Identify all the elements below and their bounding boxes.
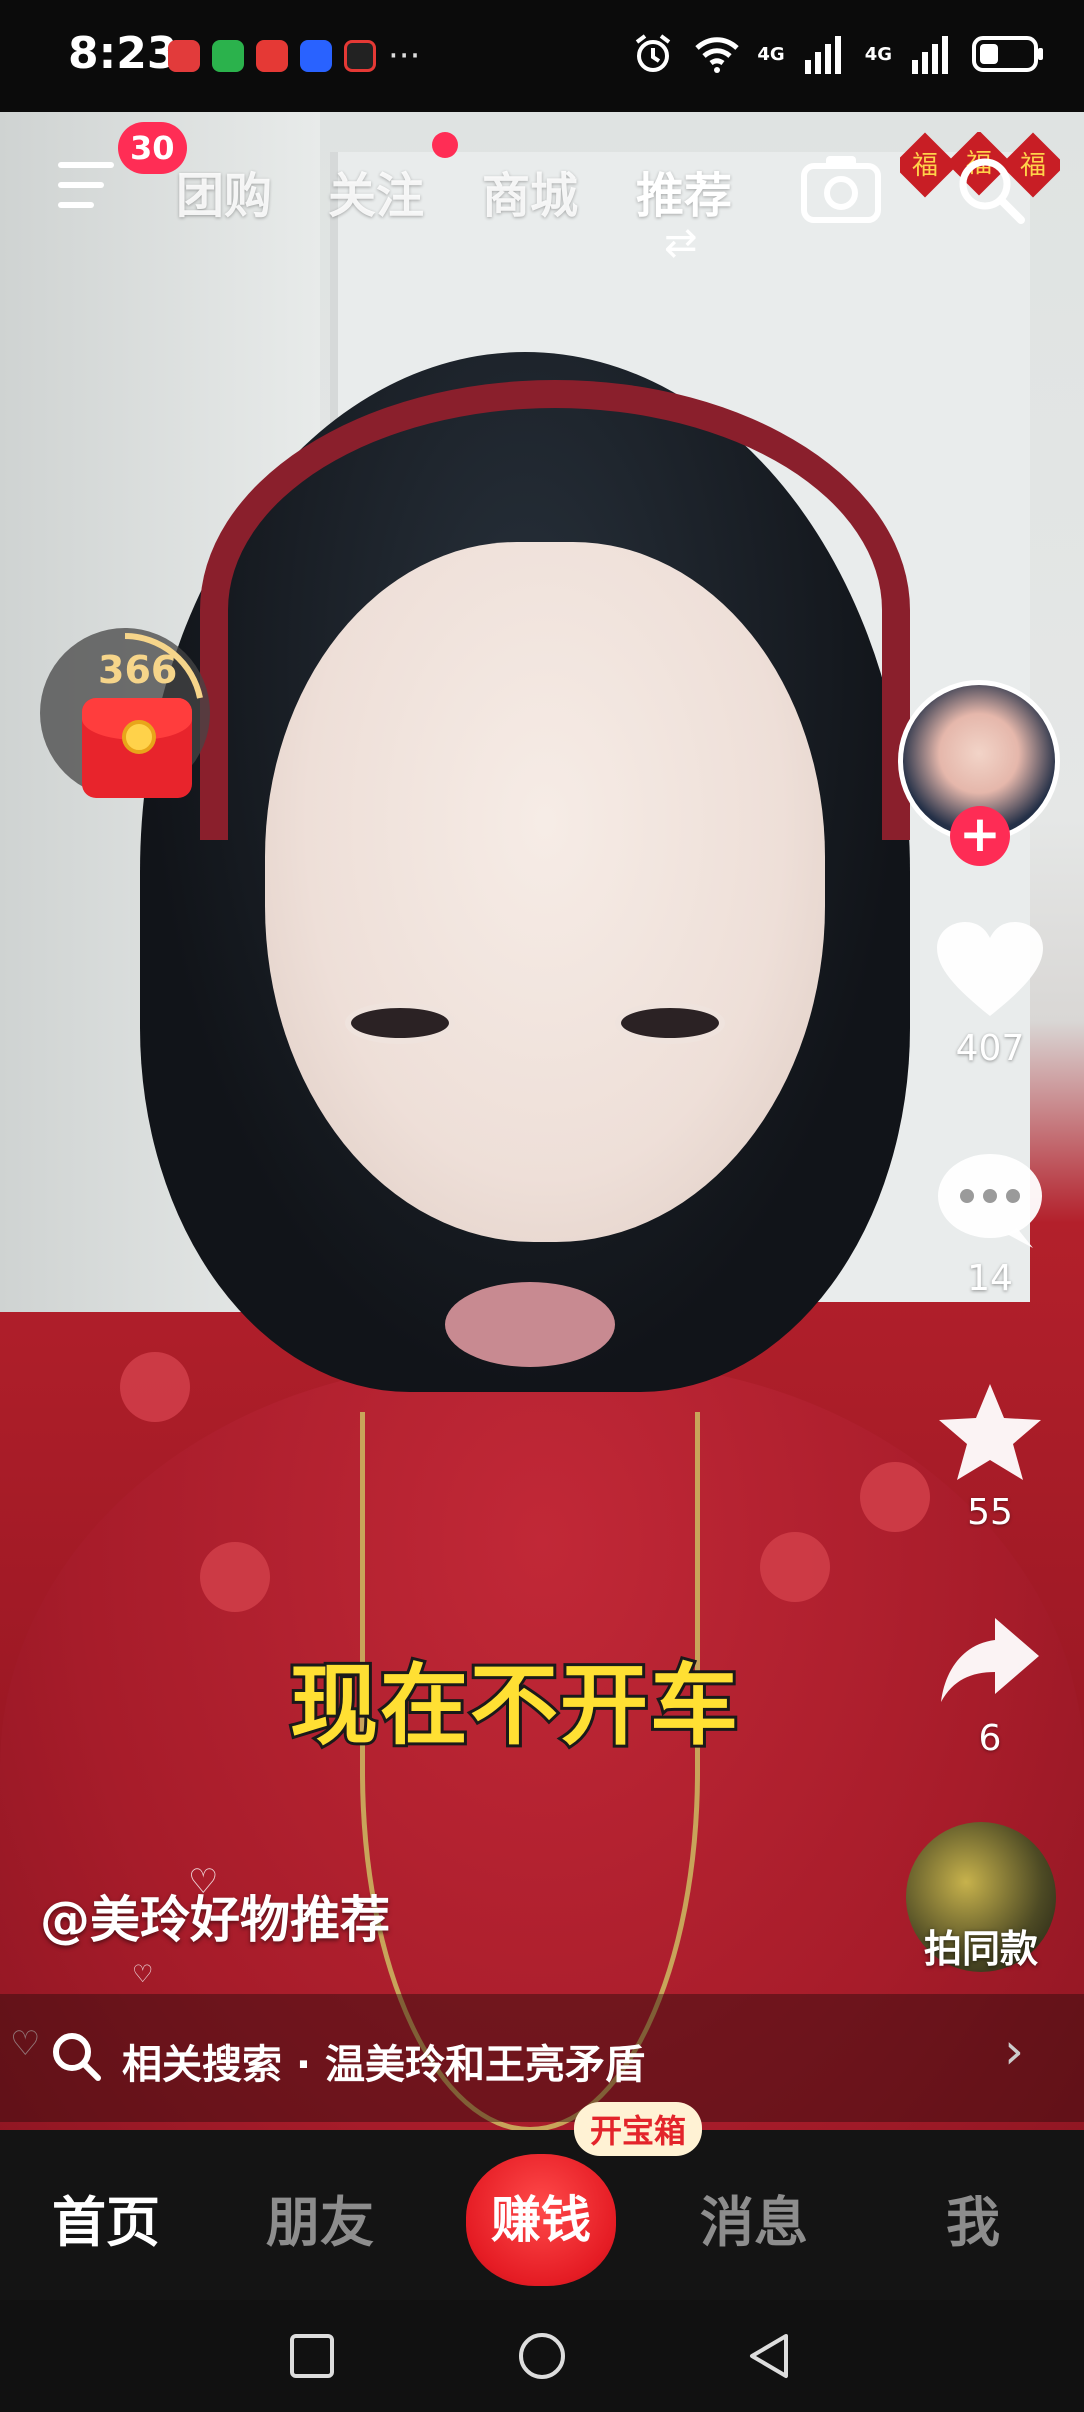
red-packet-coin (122, 720, 156, 754)
status-bar: 8:23 ··· 4G 4G (0, 0, 1084, 112)
red-packet-widget[interactable]: 366 (40, 628, 210, 814)
video-player[interactable] (0, 112, 1084, 2132)
sweater-flower (200, 1542, 270, 1612)
signal-icon-2 (912, 36, 948, 74)
video-person-eye-right (615, 1002, 725, 1044)
like-count: 407 (955, 1028, 1025, 1069)
notification-icons: ··· (168, 36, 421, 76)
menu-icon-line (58, 202, 94, 208)
menu-icon-line (58, 182, 104, 188)
battery-icon (972, 36, 1043, 72)
huawei-app-icon (168, 40, 200, 72)
chevron-right-icon: › (1004, 2022, 1024, 2080)
share-count: 6 (978, 1718, 1002, 1759)
back-triangle-icon[interactable] (744, 2330, 796, 2382)
share-arrow-icon (941, 1618, 1039, 1702)
system-nav-bar (0, 2300, 1084, 2412)
video-caption: 现在不开车 (287, 1651, 741, 1760)
video-person-face (265, 542, 825, 1242)
comment-icon (938, 1154, 1042, 1248)
wechat-icon (212, 40, 244, 72)
tab-recommend[interactable]: 推荐 (636, 156, 732, 226)
tab-mall[interactable]: 商城 (482, 156, 578, 226)
related-search-text: 相关搜索 · 温美玲和王亮矛盾 (122, 2042, 646, 2088)
signal-icon-1 (804, 36, 841, 74)
open-treasure-badge[interactable]: 开宝箱 (574, 2102, 703, 2156)
recent-apps-icon[interactable] (286, 2330, 338, 2382)
following-dot (432, 132, 458, 158)
comment-count: 14 (967, 1258, 1013, 1299)
network-label-2: 4G (864, 43, 892, 65)
search-icon[interactable] (955, 154, 1027, 226)
star-icon (939, 1384, 1041, 1480)
red-app-icon (256, 40, 288, 72)
fu-char: 福 (912, 151, 938, 181)
video-person-lips (445, 1282, 615, 1367)
wifi-icon (695, 37, 740, 73)
search-icon (53, 2033, 101, 2081)
nav-home[interactable]: 首页 (52, 2178, 160, 2257)
red-packet-count: 366 (98, 648, 178, 692)
nav-messages[interactable]: 消息 (700, 2178, 808, 2257)
bottom-nav: 首页 朋友 赚钱 开宝箱 消息 我 (0, 2102, 1084, 2300)
more-notifications-icon: ··· (388, 36, 421, 76)
alarm-icon (636, 34, 671, 72)
same-style-label: 拍同款 (923, 1927, 1038, 1971)
like-button[interactable]: 407 (920, 920, 1060, 1069)
network-label-1: 4G (757, 43, 785, 65)
home-circle-icon[interactable] (516, 2330, 568, 2382)
nav-me[interactable]: 我 (946, 2178, 1000, 2257)
favorite-count: 55 (967, 1492, 1013, 1533)
top-nav: 30 团购 关注 商城 推荐 ⇄ 福 福 福 (0, 112, 1084, 266)
menu-icon-line (58, 162, 114, 168)
favorite-button[interactable]: 55 (920, 1380, 1060, 1533)
author-name[interactable]: @美玲好物推荐 (40, 1880, 390, 1952)
nav-earn-label: 赚钱 (491, 2191, 591, 2249)
share-button[interactable]: 6 (920, 1610, 1060, 1759)
video-person-eye-left (345, 1002, 455, 1044)
tab-tuangou[interactable]: 团购 (176, 156, 272, 226)
swap-icon[interactable]: ⇄ (664, 220, 698, 266)
tab-following[interactable]: 关注 (328, 156, 424, 226)
follow-button[interactable]: + (950, 806, 1010, 866)
nav-friends[interactable]: 朋友 (266, 2178, 374, 2257)
status-right: 4G 4G (629, 30, 1044, 78)
nav-earn[interactable]: 赚钱 (466, 2144, 616, 2286)
heart-icon (937, 922, 1043, 1016)
comment-button[interactable]: 14 (920, 1150, 1060, 1299)
sweater-flower (120, 1352, 190, 1422)
capcut-icon (344, 40, 376, 72)
sweater-flower (760, 1532, 830, 1602)
camera-icon[interactable] (800, 152, 882, 226)
status-time: 8:23 (68, 28, 178, 79)
menu-button[interactable] (58, 154, 120, 216)
floating-heart-icon: ♡ (132, 1960, 154, 1988)
bulb-app-icon (300, 40, 332, 72)
related-search-bar[interactable]: 相关搜索 · 温美玲和王亮矛盾 › (0, 1994, 1084, 2122)
